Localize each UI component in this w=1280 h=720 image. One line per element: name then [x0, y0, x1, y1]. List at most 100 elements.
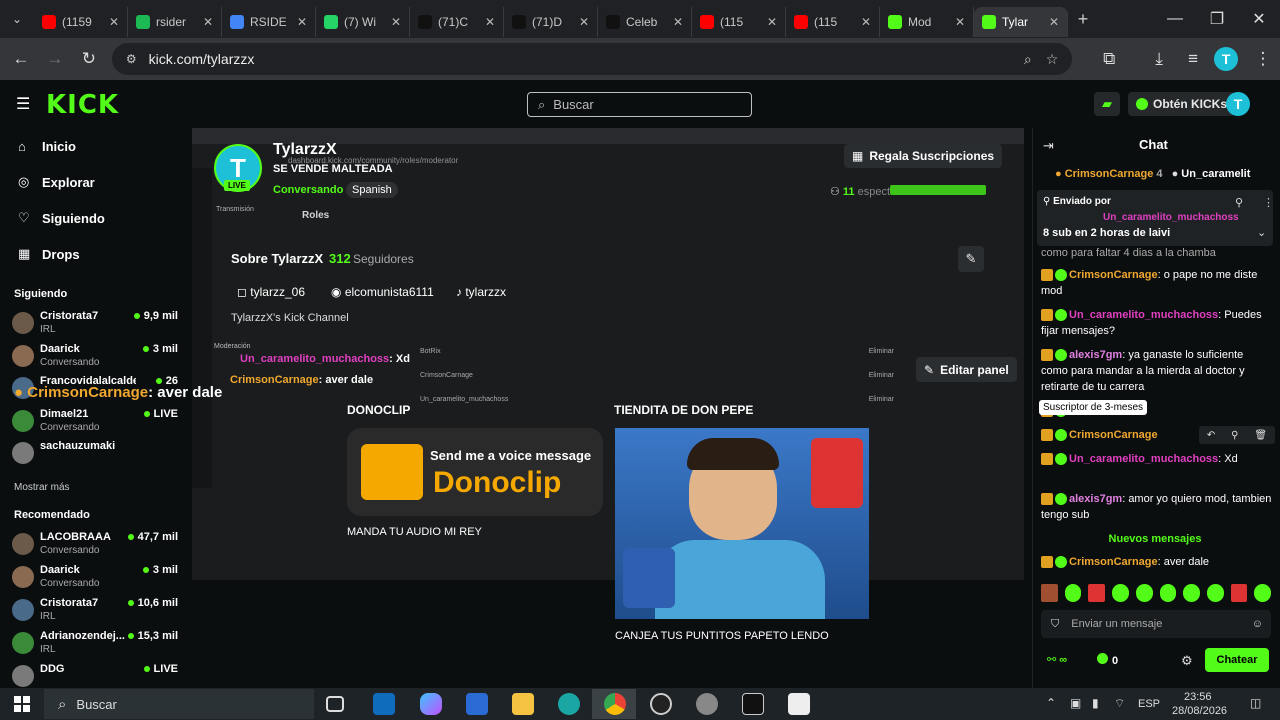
close-window-icon[interactable]: ✕	[1238, 9, 1280, 29]
unpin-icon[interactable]: ⚲	[1235, 196, 1243, 209]
browser-tab[interactable]: RSIDE ✕	[222, 7, 316, 37]
chat-message[interactable]: Un_caramelito_muchachoss: Puedes fijar m…	[1041, 307, 1273, 339]
emote-icon[interactable]	[1064, 584, 1082, 602]
browser-tab[interactable]: Mod ✕	[880, 7, 974, 37]
tab-search-icon[interactable]: ⌄	[0, 12, 34, 26]
menu-icon[interactable]: ⋮	[1246, 49, 1280, 69]
tab-close-icon[interactable]: ✕	[673, 15, 683, 29]
tab-close-icon[interactable]: ✕	[391, 15, 401, 29]
subscriber-badge-icon[interactable]	[1041, 453, 1053, 466]
subscriber-badge-icon[interactable]	[1041, 556, 1053, 569]
chat-message[interactable]: CrimsonCarnage: o pape no me diste mod	[1041, 267, 1273, 299]
copilot-icon[interactable]	[420, 693, 442, 715]
chat-username[interactable]: alexis7gm	[1069, 349, 1122, 361]
moderator-remove[interactable]: Eliminar	[869, 348, 894, 366]
moderator-remove[interactable]: Eliminar	[869, 372, 894, 390]
edit-panel-button[interactable]: ✎ Editar panel	[916, 357, 1017, 382]
sidebar-channel[interactable]: LACOBRAAA Conversando 47,7 mil	[12, 531, 184, 559]
delete-icon[interactable]: 🗑	[1254, 430, 1267, 441]
tab-close-icon[interactable]: ✕	[767, 15, 777, 29]
kicks-balance[interactable]: 0	[1097, 653, 1118, 667]
wifi-icon[interactable]: ⌔	[1114, 696, 1125, 711]
app-icon[interactable]	[788, 693, 810, 715]
language-tag[interactable]: Spanish	[346, 182, 398, 198]
pin-icon[interactable]: ⚲	[1231, 430, 1238, 441]
browser-tab[interactable]: (71)C ✕	[410, 7, 504, 37]
subscriber-badge-icon[interactable]	[1041, 309, 1053, 322]
emote-icon[interactable]	[1183, 584, 1200, 602]
task-view-icon[interactable]	[326, 696, 344, 712]
nav-explorar[interactable]: ◎ Explorar	[18, 172, 95, 192]
chat-message[interactable]: CrimsonCarnage: aver dale	[1041, 554, 1273, 570]
gift-box-icon[interactable]: ▰	[1094, 92, 1120, 116]
browser-tab[interactable]: rsider ✕	[128, 7, 222, 37]
taskbar-lang[interactable]: ESP	[1138, 698, 1160, 710]
sidebar-channel[interactable]: Adrianozendej... IRL 15,3 mil	[12, 630, 184, 658]
gift-subs-button[interactable]: ▦ Regala Suscripciones	[844, 144, 1003, 168]
app-icon[interactable]	[696, 693, 718, 715]
subscriber-badge-icon[interactable]	[1041, 429, 1053, 442]
emote-icon[interactable]	[1112, 584, 1129, 602]
emote-icon[interactable]	[1041, 584, 1058, 602]
address-bar[interactable]: ⚙ kick.com/tylarzzx ⌕ ☆	[111, 43, 1073, 75]
subscriber-badge-icon[interactable]	[1041, 493, 1053, 506]
browser-tab[interactable]: (1159 ✕	[34, 7, 128, 37]
social-instagram[interactable]: ◻ tylarzz_06	[237, 285, 305, 299]
send-chat-button[interactable]: Chatear	[1205, 648, 1269, 672]
social-discord[interactable]: ◉ elcomunista6111	[331, 285, 434, 299]
tab-close-icon[interactable]: ✕	[579, 15, 589, 29]
chrome-icon[interactable]	[604, 693, 626, 715]
subscriber-badge-icon[interactable]	[1041, 269, 1053, 282]
tab-close-icon[interactable]: ✕	[1049, 15, 1059, 29]
browser-tab[interactable]: Celeb ✕	[598, 7, 692, 37]
chat-message[interactable]: alexis7gm: ya ganaste lo suficiente como…	[1041, 347, 1273, 395]
nav-inicio[interactable]: ⌂ Inicio	[18, 136, 76, 156]
obs-icon[interactable]	[650, 693, 672, 715]
tray-chevron-icon[interactable]: ⌃	[1046, 696, 1056, 710]
bookmark-star-icon[interactable]: ☆	[1046, 51, 1059, 68]
zoom-icon[interactable]: ⌕	[1024, 51, 1032, 68]
pinned-message[interactable]: ⚲ Enviado por Un_caramelito_muchachoss 8…	[1037, 190, 1274, 246]
chat-input[interactable]: ⛉ Enviar un mensaje ☺	[1041, 610, 1271, 638]
taskbar-search[interactable]: ⌕ Buscar	[44, 689, 314, 719]
store-icon[interactable]	[466, 693, 488, 715]
browser-tab[interactable]: (71)D ✕	[504, 7, 598, 37]
chat-message[interactable]: Un_caramelito_muchachoss: Xd	[1041, 451, 1273, 467]
sidebar-channel[interactable]: Dimael21 Conversando LIVE	[12, 408, 184, 436]
clock-date[interactable]: 28/08/2026	[1172, 705, 1227, 717]
chat-settings-icon[interactable]: ⚙	[1181, 653, 1193, 669]
emoji-icon[interactable]: ☺	[1252, 618, 1263, 630]
minimize-icon[interactable]: —	[1154, 10, 1196, 28]
emote-icon[interactable]	[1159, 584, 1177, 602]
back-icon[interactable]: ←	[4, 49, 38, 69]
tray-icon[interactable]: ▣	[1070, 696, 1081, 710]
emote-icon[interactable]	[1135, 584, 1153, 602]
chevron-down-icon[interactable]: ⌄	[1257, 226, 1266, 239]
maximize-icon[interactable]: ❐	[1196, 9, 1238, 29]
stream-category[interactable]: Conversando	[273, 184, 343, 196]
sidebar-channel[interactable]: Cristorata7 IRL 10,6 mil	[12, 597, 184, 625]
sidebar-channel[interactable]: sachauzumaki	[12, 440, 184, 468]
file-explorer-icon[interactable]	[512, 693, 534, 715]
streamer-name[interactable]: TylarzzX	[273, 141, 337, 159]
tab-close-icon[interactable]: ✕	[297, 15, 307, 29]
chat-username[interactable]: Un_caramelito_muchachoss	[1069, 309, 1218, 321]
media-icon[interactable]: ≡	[1176, 49, 1210, 69]
reload-icon[interactable]: ↻	[72, 49, 106, 69]
tab-close-icon[interactable]: ✕	[485, 15, 495, 29]
windows-start-icon[interactable]	[14, 696, 30, 712]
browser-tab[interactable]: (115 ✕	[692, 7, 786, 37]
user-avatar[interactable]: T	[1226, 92, 1250, 116]
sidebar-channel[interactable]: Cristorata7 IRL 9,9 mil	[12, 310, 184, 338]
hamburger-icon[interactable]: ☰	[16, 94, 30, 114]
show-more-link[interactable]: Mostrar más	[14, 482, 70, 493]
tab-close-icon[interactable]: ✕	[861, 15, 871, 29]
browser-tab[interactable]: (7) Wi ✕	[316, 7, 410, 37]
chat-message[interactable]: alexis7gm: amor yo quiero mod, tambien t…	[1041, 491, 1273, 523]
site-info-icon[interactable]: ⚙	[126, 52, 137, 66]
nav-drops[interactable]: ▦ Drops	[18, 244, 80, 264]
get-kicks-button[interactable]: Obtén KICKs	[1128, 92, 1236, 116]
sidebar-channel[interactable]: Daarick Conversando 3 mil	[12, 343, 184, 371]
tab-close-icon[interactable]: ✕	[203, 15, 213, 29]
chat-username[interactable]: CrimsonCarnage	[1069, 429, 1158, 441]
